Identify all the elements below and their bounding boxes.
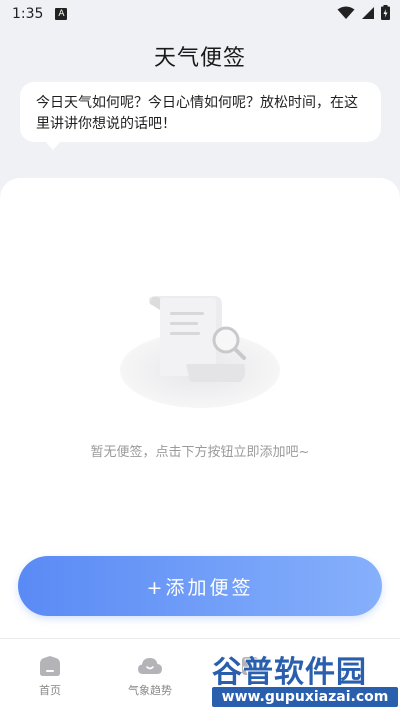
nav-item-home[interactable]: 首页 [0,639,100,712]
status-time: 1:35 [12,6,44,22]
bubble-tail [44,140,62,150]
status-icons [337,5,390,20]
watermark-url: www.gupuxiazai.com [212,687,398,707]
home-icon [40,656,60,676]
add-note-button[interactable]: +添加便签 [18,556,382,616]
wifi-icon [337,6,355,19]
site-watermark: 谷普软件园 www.gupuxiazai.com [212,647,398,709]
watermark-title: 谷普软件园 [212,655,367,690]
nav-label-home: 首页 [39,684,61,697]
empty-document-search-icon [120,296,280,408]
notification-icon: A [55,8,68,20]
nav-label-trend: 气象趋势 [128,684,172,697]
nav-item-trend[interactable]: 气象趋势 [100,639,200,712]
status-bar: 1:35 A [0,0,400,28]
cloud-icon [138,658,162,674]
battery-icon [381,5,390,20]
empty-state-text: 暂无便签，点击下方按钮立即添加吧~ [90,445,310,460]
page-title: 天气便签 [153,46,246,71]
signal-icon [362,6,374,19]
intro-bubble: 今日天气如何呢？今日心情如何呢？放松时间，在这里讲讲你想说的话吧！ [20,82,381,142]
